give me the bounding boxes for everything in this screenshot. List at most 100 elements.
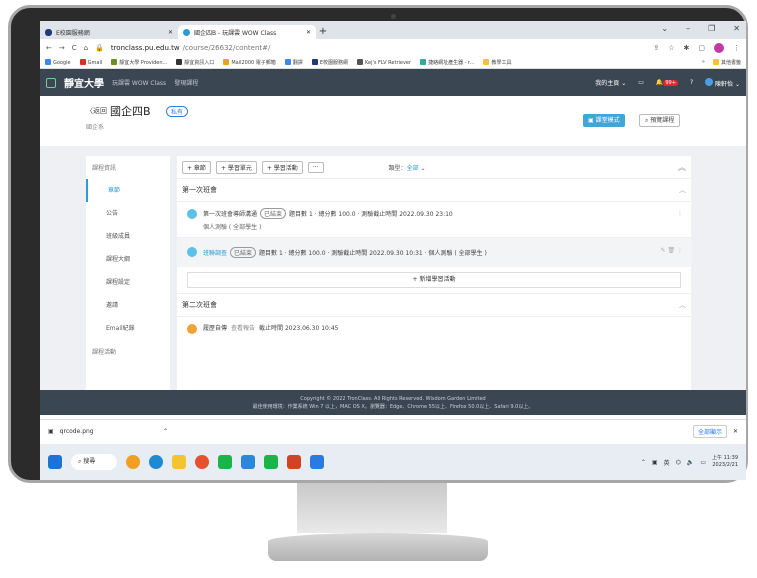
network-icon[interactable]: ⌬: [676, 459, 681, 466]
section-header[interactable]: 第二次班會 ︿: [177, 293, 691, 316]
vpn-icon[interactable]: [241, 455, 255, 469]
close-icon[interactable]: ✕: [733, 428, 738, 435]
section-header[interactable]: 第一次班會 ︿: [177, 178, 691, 201]
activity-item[interactable]: 履歷自傳 查看報告 截止時間 2023.06.30 10:45: [177, 316, 691, 338]
teach-mode-button[interactable]: ▣ 課堂模式: [583, 114, 625, 127]
tab-eservice[interactable]: E校園服務網 ✕: [40, 25, 178, 39]
close-window-icon[interactable]: ✕: [733, 24, 740, 33]
line-icon[interactable]: [218, 455, 232, 469]
trash-icon[interactable]: 🗑: [667, 247, 675, 254]
copyright-text: Copyright © 2022 TronClass. All Rights R…: [300, 396, 486, 402]
tray-app-icon[interactable]: ▣: [652, 459, 658, 466]
activity-name[interactable]: 班聯調查: [203, 250, 227, 257]
edit-icon[interactable]: ✎: [661, 247, 666, 254]
bookmark-mail[interactable]: Mail2000 電子郵箱: [223, 58, 276, 66]
profile-avatar[interactable]: [714, 42, 724, 53]
platform-name[interactable]: 玩課雲 WOW Class: [112, 78, 166, 87]
other-bookmarks[interactable]: » 其他書籤: [702, 58, 741, 66]
collapse-all-icon[interactable]: ︽: [678, 162, 686, 173]
sidebar-item-chapters[interactable]: 章節: [86, 179, 170, 202]
chevron-up-icon[interactable]: ⌃: [641, 459, 646, 466]
paint-icon[interactable]: [310, 455, 324, 469]
bookmark-eservice[interactable]: E校園服務網: [311, 58, 348, 66]
chevron-up-icon[interactable]: ︿: [679, 185, 686, 195]
bookmark-translate[interactable]: 翻譯: [284, 58, 303, 66]
add-chapter-button[interactable]: + 章節: [182, 160, 211, 174]
battery-icon[interactable]: ▭: [700, 459, 706, 466]
teach-mode-label: 課堂模式: [595, 117, 620, 124]
forward-arrow-icon[interactable]: →: [59, 44, 65, 52]
clock[interactable]: 上午 11:39 2023/2/21: [712, 455, 738, 469]
windows-start-icon[interactable]: [48, 455, 62, 469]
reload-icon[interactable]: C: [72, 44, 77, 52]
close-icon[interactable]: ✕: [306, 29, 311, 36]
taskbar-search[interactable]: ⌕ 搜尋: [71, 454, 117, 470]
sidebar-item-announcements[interactable]: 公告: [86, 202, 170, 225]
file-explorer-icon[interactable]: [172, 455, 186, 469]
bookmark-gmail[interactable]: Gmail: [79, 58, 102, 66]
sidebar-item-email[interactable]: Email紀錄: [86, 317, 170, 340]
notifications-app-icon[interactable]: [126, 455, 140, 469]
volume-icon[interactable]: 🔈: [687, 459, 694, 466]
bookmark-pu[interactable]: 靜宜大學 Providen...: [111, 58, 167, 66]
download-bar: ▣ qrcode.png ⌃ 全部顯示 ✕: [40, 419, 746, 443]
extensions-icon[interactable]: ✱: [684, 44, 690, 52]
help-icon[interactable]: ?: [690, 79, 693, 86]
sidebar-item-syllabus[interactable]: 課程大綱: [86, 248, 170, 271]
back-link[interactable]: 〈返回: [86, 106, 107, 116]
add-unit-button[interactable]: + 學習單元: [215, 160, 257, 174]
bookmark-portal[interactable]: 靜宜資訊入口: [176, 58, 214, 66]
star-icon[interactable]: ☆: [668, 44, 674, 52]
discover-courses-link[interactable]: 發現課程: [174, 78, 198, 87]
bookmark-tools[interactable]: 教學工具: [483, 58, 511, 66]
bell-icon[interactable]: 🔔 99+: [656, 79, 678, 86]
home-icon[interactable]: ⌂: [84, 44, 88, 52]
content-panel: + 章節 + 學習單元 + 學習活動 ··· 類型：全部 ⌄ ︽ 第一次班會 ︿ …: [177, 156, 691, 390]
tab-course[interactable]: 國企四B - 玩課雲 WOW Class ✕: [178, 25, 316, 39]
university-logo[interactable]: 靜宜大學: [64, 75, 104, 90]
image-file-icon: ▣: [48, 428, 54, 435]
user-menu[interactable]: 陳軒怡 ⌄: [705, 77, 740, 88]
sidepanel-icon[interactable]: ▢: [698, 44, 705, 52]
type-filter[interactable]: 類型：全部 ⌄: [389, 163, 426, 172]
minimize-icon[interactable]: –: [686, 24, 690, 33]
drag-handle-icon[interactable]: ⋮: [677, 210, 683, 217]
activity-item[interactable]: 第一次班會導師溝通 已結束 題目數 1 · 總分數 100.0 · 測驗截止時間 2…: [177, 201, 691, 237]
calendar-icon[interactable]: ▭: [638, 79, 644, 86]
back-arrow-icon[interactable]: ←: [46, 44, 52, 52]
ime-indicator[interactable]: 英: [664, 458, 670, 467]
bookmark-flv[interactable]: Kej's FLV Retriever: [356, 58, 411, 66]
chrome-icon[interactable]: [195, 455, 209, 469]
preview-course-button[interactable]: ⌕ 預覽課程: [639, 114, 681, 127]
chevron-up-icon[interactable]: ︿: [679, 300, 686, 310]
url-field[interactable]: tronclass.pu.edu.tw/course/26632/content…: [111, 44, 271, 52]
activity-name[interactable]: 第一次班會導師溝通: [203, 211, 257, 218]
chevron-down-icon[interactable]: ⌄: [661, 24, 668, 33]
close-icon[interactable]: ✕: [168, 29, 173, 36]
chat-icon[interactable]: [264, 455, 278, 469]
show-all-button[interactable]: 全部顯示: [692, 425, 727, 438]
menu-icon[interactable]: ⋮: [733, 44, 740, 52]
add-activity-row-button[interactable]: + 新增學習活動: [187, 272, 681, 288]
activity-item[interactable]: 班聯調查 已結束 題目數 1 · 總分數 100.0 · 測驗截止時間 2022.0…: [177, 237, 691, 267]
powerpoint-icon[interactable]: [287, 455, 301, 469]
apps-grid-icon[interactable]: [46, 77, 56, 88]
activity-name[interactable]: 履歷自傳: [203, 325, 227, 332]
drag-handle-icon[interactable]: ⋮: [677, 247, 683, 254]
edge-icon[interactable]: [149, 455, 163, 469]
bookmark-google[interactable]: Google: [45, 58, 71, 66]
new-tab-button[interactable]: +: [316, 25, 330, 39]
course-sidebar: 課程資訊 章節 公告 班級成員 課程大綱 課程設定 邀請 Email紀錄 課程活…: [86, 156, 170, 390]
my-home-menu[interactable]: 我的主頁 ⌄: [595, 78, 626, 87]
download-item[interactable]: ▣ qrcode.png ⌃: [48, 428, 168, 435]
bookmark-shortener[interactable]: 捷絡網址產生器 - r...: [420, 58, 474, 66]
restore-icon[interactable]: ❐: [708, 24, 715, 33]
sidebar-item-members[interactable]: 班級成員: [86, 225, 170, 248]
chevron-up-icon[interactable]: ⌃: [163, 428, 168, 435]
sidebar-item-invite[interactable]: 邀請: [86, 294, 170, 317]
add-activity-button[interactable]: + 學習活動: [261, 160, 303, 174]
sidebar-item-settings[interactable]: 課程設定: [86, 271, 170, 294]
share-icon[interactable]: ⇪: [653, 44, 659, 52]
homework-icon: [187, 324, 197, 334]
more-button[interactable]: ···: [307, 161, 324, 173]
